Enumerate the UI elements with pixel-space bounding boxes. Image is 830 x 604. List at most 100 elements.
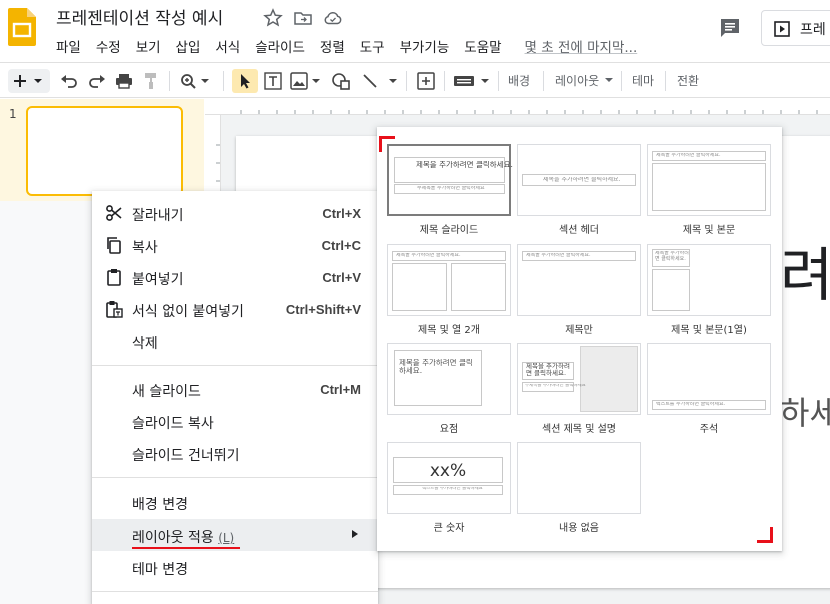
layout-preview: 제목을 추가하려면 클릭하세요. xyxy=(647,144,771,216)
transition-button[interactable]: 전환 xyxy=(677,72,699,89)
layout-section-title-and-description[interactable]: 제목을 추가하려면 클릭하세요. 부제목을 추가하려면 클릭하세요 섹션 제목 … xyxy=(517,343,641,442)
preview-title: 제목을 추가하려면 클릭하세요. xyxy=(656,153,721,158)
menu-format[interactable]: 서식 xyxy=(215,36,240,56)
layout-preview: 제목을 추가하려면 클릭하세요. xyxy=(387,244,511,316)
menu-item-new-slide[interactable]: 새 슬라이드 Ctrl+M xyxy=(92,373,378,405)
menu-item-paste-without-formatting[interactable]: 서식 없이 붙여넣기 Ctrl+Shift+V xyxy=(92,293,378,325)
paint-format-icon[interactable] xyxy=(140,69,162,93)
preview-title: 제목을 추가하려면 클릭하세요. xyxy=(543,177,621,183)
menu-item-label: 테마 변경 xyxy=(132,562,188,578)
copy-icon xyxy=(107,237,121,254)
layout-label: 내용 없음 xyxy=(559,523,599,534)
menu-item-copy[interactable]: 복사 Ctrl+C xyxy=(92,229,378,261)
submenu-arrow-icon xyxy=(352,530,358,538)
comment-icon[interactable] xyxy=(718,16,742,40)
layout-blank[interactable]: 내용 없음 xyxy=(517,442,641,541)
layout-submenu: 제목을 추가하려면 클릭하세요. 부제목을 추가하려면 클릭하세요 제목 슬라이… xyxy=(377,127,782,551)
document-title[interactable]: 프레젠테이션 작성 예시 xyxy=(56,4,223,29)
image-icon[interactable] xyxy=(288,69,324,93)
menu-item-paste[interactable]: 붙여넣기 Ctrl+V xyxy=(92,261,378,293)
layout-caption[interactable]: 텍스트를 추가하려면 클릭하세요. 주석 xyxy=(647,343,771,442)
layout-label: 제목 및 본문 xyxy=(682,225,736,236)
move-to-folder-icon[interactable] xyxy=(293,8,313,28)
slides-logo-icon[interactable] xyxy=(8,8,36,46)
menu-edit[interactable]: 수정 xyxy=(96,36,121,56)
text-box-icon[interactable] xyxy=(261,69,285,93)
layout-label: 제목만 xyxy=(565,325,593,336)
layout-dropdown-icon[interactable] xyxy=(605,77,613,83)
background-button[interactable]: 배경 xyxy=(508,72,530,89)
menu-item-delete[interactable]: 삭제 xyxy=(92,325,378,357)
layout-preview: 제목을 추가하려면 클릭하세요. xyxy=(517,144,641,216)
present-icon xyxy=(774,21,790,37)
menu-item-skip-slide[interactable]: 슬라이드 건너뛰기 xyxy=(92,437,378,469)
new-slide-button[interactable] xyxy=(8,69,50,93)
slide-title-text[interactable]: 려| xyxy=(780,228,830,312)
menu-item-label: 배경 변경 xyxy=(132,497,188,513)
menu-bar: 파일 수정 보기 삽입 서식 슬라이드 정렬 도구 부가기능 도움말 몇 초 전… xyxy=(56,36,637,56)
layout-big-number[interactable]: xx% 텍스트를 추가하려면 클릭하세요 큰 숫자 xyxy=(387,442,511,541)
preview-title: 제목을 추가하려면 클릭하세요. xyxy=(655,251,689,262)
menu-arrange[interactable]: 정렬 xyxy=(320,36,345,56)
menu-item-shortcut: Ctrl+V xyxy=(322,270,361,285)
menu-item-label: 슬라이드 건너뛰기 xyxy=(132,448,240,464)
line-icon[interactable] xyxy=(360,69,400,93)
preview-title: 제목을 추가하려면 클릭하세요. xyxy=(399,359,473,376)
menu-item-label: 잘라내기 xyxy=(132,208,184,224)
select-cursor-icon[interactable] xyxy=(232,69,258,93)
shape-icon[interactable] xyxy=(328,69,356,93)
preview-subtitle: 부제목을 추가하려면 클릭하세요 xyxy=(417,186,485,191)
preview-title: 제목을 추가하려면 클릭하세요. xyxy=(396,253,461,258)
menu-item-shortcut: Ctrl+X xyxy=(322,206,361,221)
menu-item-apply-layout[interactable]: 레이아웃 적용 (L) xyxy=(92,519,378,551)
layout-preview: 제목을 추가하려면 클릭하세요. xyxy=(647,244,771,316)
layout-title-and-two-columns[interactable]: 제목을 추가하려면 클릭하세요. 제목 및 열 2개 xyxy=(387,244,511,343)
undo-icon[interactable] xyxy=(58,69,80,93)
menu-item-label: 슬라이드 복사 xyxy=(132,416,214,432)
menu-divider xyxy=(92,365,378,366)
theme-button[interactable]: 테마 xyxy=(632,72,654,89)
layout-title-and-body-one-column[interactable]: 제목을 추가하려면 클릭하세요. 제목 및 본문(1열) xyxy=(647,244,771,343)
menu-insert[interactable]: 삽입 xyxy=(176,36,201,56)
slide-thumbnail-row[interactable]: 1 xyxy=(0,99,204,201)
slide-subtitle-text[interactable]: 하세 xyxy=(780,388,830,434)
redo-icon[interactable] xyxy=(86,69,108,93)
preview-title: 제목을 추가하려면 클릭하세요. xyxy=(526,253,591,258)
layout-preview: 제목을 추가하려면 클릭하세요. xyxy=(387,343,511,415)
layout-label: 주석 xyxy=(699,424,719,435)
menu-item-change-theme[interactable]: 테마 변경 xyxy=(92,551,378,583)
menu-item-duplicate-slide[interactable]: 슬라이드 복사 xyxy=(92,405,378,437)
present-button[interactable]: 프레 xyxy=(761,10,830,46)
menu-item-accelerator: (L) xyxy=(218,531,235,545)
preview-title: 제목을 추가하려면 클릭하세요. xyxy=(416,161,513,169)
comment-add-icon[interactable] xyxy=(414,69,438,93)
annotation-underline xyxy=(132,547,240,549)
layout-title-and-body[interactable]: 제목을 추가하려면 클릭하세요. 제목 및 본문 xyxy=(647,144,771,243)
slide-thumbnail[interactable] xyxy=(26,106,183,196)
input-tools-icon[interactable] xyxy=(452,69,492,93)
menu-file[interactable]: 파일 xyxy=(56,36,81,56)
print-icon[interactable] xyxy=(113,69,135,93)
layout-section-header[interactable]: 제목을 추가하려면 클릭하세요. 섹션 헤더 xyxy=(517,144,641,243)
menu-slide[interactable]: 슬라이드 xyxy=(255,36,305,56)
zoom-icon[interactable] xyxy=(178,69,214,93)
menu-item-cut[interactable]: 잘라내기 Ctrl+X xyxy=(92,197,378,229)
menu-tools[interactable]: 도구 xyxy=(360,36,385,56)
layout-title-slide[interactable]: 제목을 추가하려면 클릭하세요. 부제목을 추가하려면 클릭하세요 제목 슬라이… xyxy=(387,144,513,243)
layout-button[interactable]: 레이아웃 xyxy=(555,72,599,89)
last-edit-link[interactable]: 몇 초 전에 마지막... xyxy=(525,36,638,56)
layout-title-only[interactable]: 제목을 추가하려면 클릭하세요. 제목만 xyxy=(517,244,641,343)
preview-title: 제목을 추가하려면 클릭하세요. xyxy=(526,363,570,378)
paste-plain-icon xyxy=(106,301,123,318)
menu-help[interactable]: 도움말 xyxy=(464,36,501,56)
menu-addons[interactable]: 부가기능 xyxy=(400,36,450,56)
menu-view[interactable]: 보기 xyxy=(136,36,161,56)
star-icon[interactable] xyxy=(263,8,283,28)
layout-main-point[interactable]: 제목을 추가하려면 클릭하세요. 요점 xyxy=(387,343,511,442)
cloud-saved-icon[interactable] xyxy=(323,8,343,28)
slide-number: 1 xyxy=(9,107,17,121)
menu-item-shortcut: Ctrl+C xyxy=(321,238,361,253)
annotation-corner-bottom-right xyxy=(757,527,773,543)
menu-item-change-background[interactable]: 배경 변경 xyxy=(92,486,378,518)
preview-subtitle: 텍스트를 추가하려면 클릭하세요 xyxy=(422,487,483,491)
